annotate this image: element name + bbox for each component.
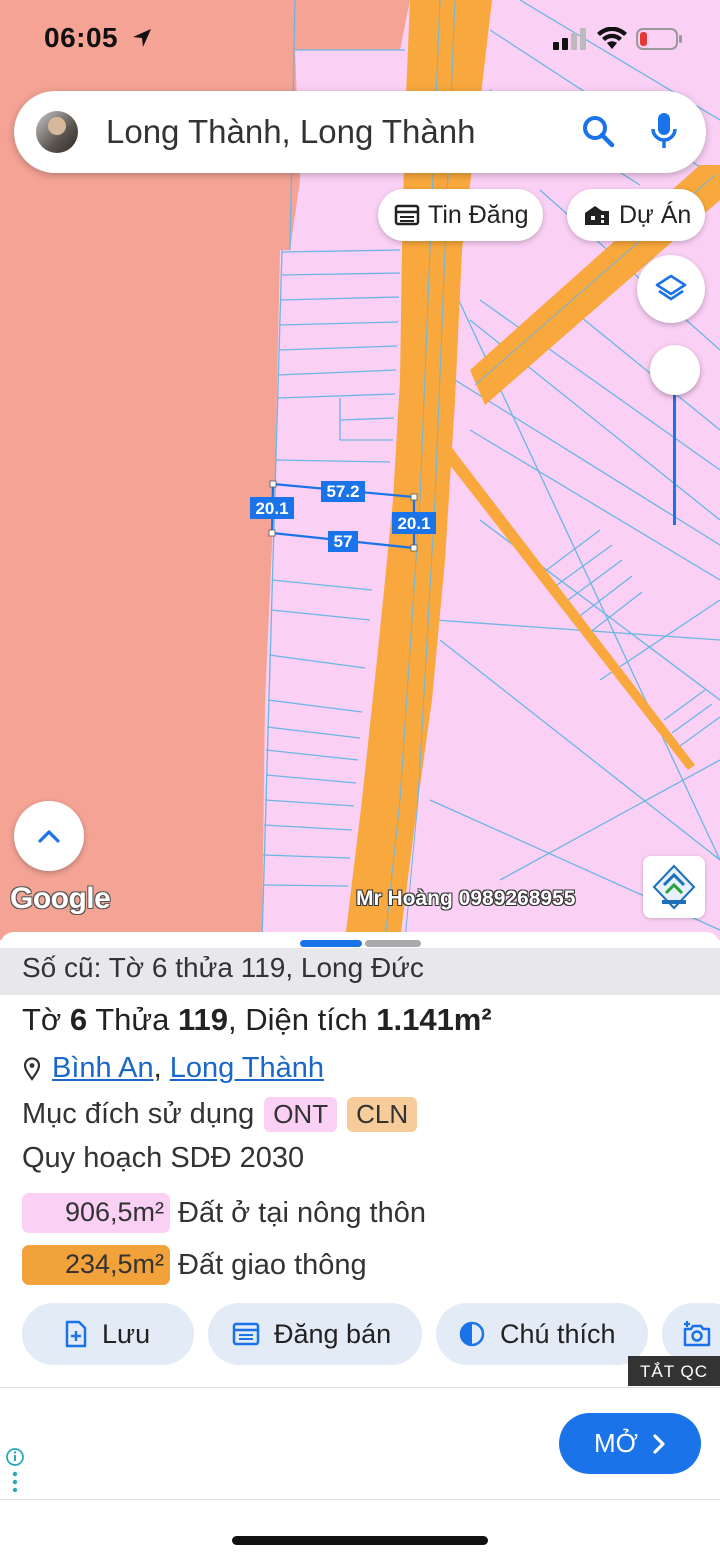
location-arrow-icon [133, 29, 151, 47]
search-icon[interactable] [580, 113, 618, 151]
search-input[interactable]: Long Thành, Long Thành [106, 113, 475, 151]
action-bar: Lưu Đăng bán Chú thích [0, 1303, 720, 1367]
dim-bottom: 57 [334, 532, 353, 551]
buildings-icon [585, 206, 609, 225]
chevron-right-icon [653, 1433, 665, 1454]
parcel-address: Bình An, Long Thành [22, 1052, 324, 1085]
area-value: 1.141m² [376, 1002, 492, 1037]
sheet-handle-active[interactable] [300, 940, 362, 947]
dim-left: 20.1 [255, 499, 288, 518]
tin-dang-chip[interactable]: Tin Đăng [378, 189, 543, 241]
du-an-label: Dự Án [619, 200, 692, 229]
purpose-tag-ont: ONT [264, 1097, 338, 1132]
ad-open-button[interactable]: MỞ [559, 1413, 701, 1474]
thua-value: 119 [178, 1002, 229, 1037]
land-use-area: 906,5m² [22, 1193, 170, 1233]
plan-label: Quy hoạch SDĐ 2030 [22, 1142, 305, 1174]
add-file-icon [65, 1320, 87, 1348]
du-an-chip[interactable]: Dự Án [567, 189, 706, 241]
watermark-text: Mr Hoàng 0989268955 [356, 887, 576, 910]
parcel-title: Tờ 6 Thửa 119, Diện tích 1.141m² [22, 1002, 492, 1038]
ward-link[interactable]: Bình An [52, 1052, 154, 1084]
to-value: 6 [69, 1002, 88, 1037]
clock: 06:05 [44, 22, 119, 53]
listing-icon [232, 1322, 260, 1346]
post-sale-button[interactable]: Đăng bán [208, 1303, 422, 1365]
district-link[interactable]: Long Thành [170, 1052, 324, 1084]
title-comma: , [228, 1002, 237, 1037]
land-use-area: 234,5m² [22, 1245, 170, 1285]
status-bar: 06:05 [0, 0, 720, 80]
purpose-label: Mục đích sử dụng [22, 1098, 255, 1130]
dim-top: 57.2 [326, 482, 359, 501]
dim-right: 20.1 [397, 514, 430, 533]
listing-icon [394, 204, 420, 226]
save-button[interactable]: Lưu [22, 1303, 194, 1365]
save-label: Lưu [102, 1318, 151, 1349]
hide-ads-button[interactable]: TẮT QC [628, 1356, 720, 1386]
land-use-row: 906,5m² Đất ở tại nông thôn [22, 1193, 426, 1233]
wifi-icon [597, 27, 627, 49]
expand-up-button[interactable] [14, 801, 84, 871]
purpose-tag-cln: CLN [347, 1097, 418, 1132]
thua-label: Thửa [95, 1002, 170, 1037]
avatar[interactable] [36, 111, 78, 153]
brand-logo [643, 856, 705, 918]
old-info-text: Số cũ: Tờ 6 thửa 119, Long Đức [22, 952, 424, 983]
ad-open-label: MỞ [594, 1428, 638, 1458]
google-logo: Google [10, 882, 111, 915]
post-sale-label: Đăng bán [274, 1318, 392, 1349]
area-label: Diện tích [245, 1002, 368, 1037]
home-indicator[interactable] [232, 1536, 488, 1545]
search-bar[interactable]: Long Thành, Long Thành [14, 91, 706, 173]
tin-dang-label: Tin Đăng [428, 200, 529, 229]
cellular-signal-icon [553, 28, 586, 50]
layers-icon [655, 274, 687, 301]
layers-button[interactable] [637, 255, 705, 323]
sheet-handle[interactable] [365, 940, 421, 947]
legend-label: Chú thích [500, 1318, 616, 1349]
add-camera-icon [683, 1321, 711, 1347]
land-use-row: 234,5m² Đất giao thông [22, 1245, 367, 1285]
microphone-icon[interactable] [650, 111, 678, 153]
ad-info-icon[interactable] [6, 1448, 24, 1498]
land-purpose-row: Mục đích sử dụng ONT CLN [22, 1097, 418, 1132]
chevron-up-icon [38, 830, 60, 843]
opacity-slider-knob[interactable] [650, 345, 700, 395]
opacity-slider-track[interactable] [673, 390, 676, 525]
land-use-label: Đất giao thông [178, 1248, 367, 1281]
location-pin-icon [23, 1056, 41, 1081]
legend-button[interactable]: Chú thích [436, 1303, 648, 1365]
brand-logo-icon [652, 864, 696, 910]
land-use-label: Đất ở tại nông thôn [178, 1196, 426, 1229]
address-separator: , [153, 1052, 162, 1084]
to-label: Tờ [22, 1002, 62, 1037]
battery-icon [636, 28, 682, 50]
contrast-icon [459, 1321, 485, 1347]
